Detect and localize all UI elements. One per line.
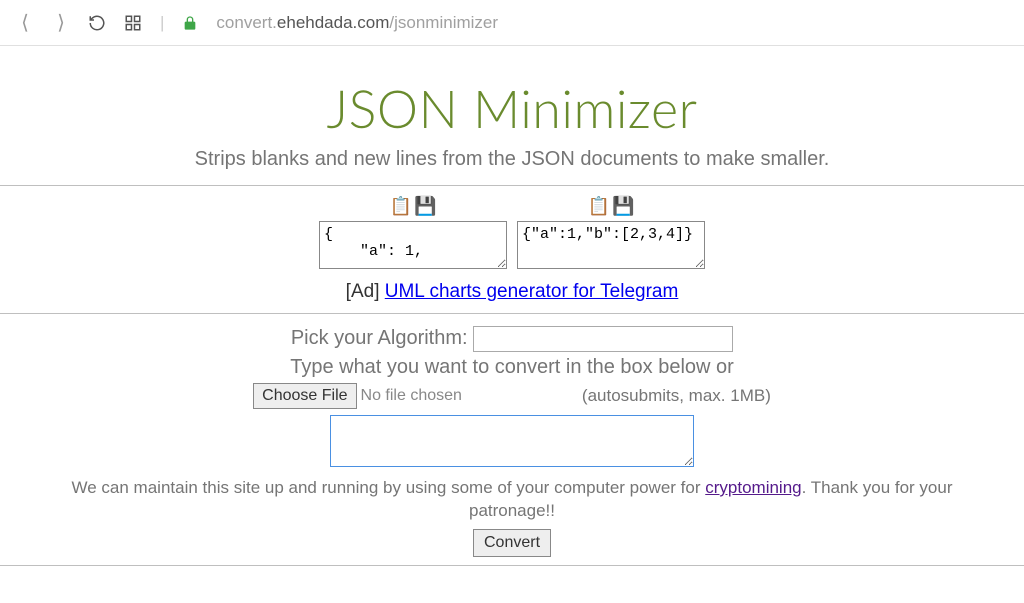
page-title: JSON Minimizer <box>0 78 1024 140</box>
reload-button[interactable] <box>88 14 106 32</box>
no-file-label: No file chosen <box>361 387 462 405</box>
type-hint: Type what you want to convert in the box… <box>0 356 1024 379</box>
choose-file-button[interactable]: Choose File <box>253 383 356 409</box>
ad-line: [Ad] UML charts generator for Telegram <box>0 269 1024 313</box>
sample-input-col: 📋 💾 <box>319 196 507 269</box>
sample-output[interactable] <box>517 221 705 269</box>
autosubmit-hint: (autosubmits, max. 1MB) <box>582 386 771 406</box>
sample-input[interactable] <box>319 221 507 269</box>
page-content: JSON Minimizer Strips blanks and new lin… <box>0 46 1024 566</box>
file-row: Choose File No file chosen (autosubmits,… <box>0 383 1024 409</box>
url-subdomain: convert. <box>216 13 276 32</box>
form-section: Pick your Algorithm: Type what you want … <box>0 314 1024 557</box>
disclaimer: We can maintain this site up and running… <box>0 477 1024 523</box>
cryptomining-link[interactable]: cryptomining <box>705 478 801 497</box>
url-display[interactable]: convert.ehehdada.com/jsonminimizer <box>216 13 498 33</box>
apps-icon[interactable] <box>124 14 142 32</box>
ad-link[interactable]: UML charts generator for Telegram <box>385 281 679 302</box>
divider-bottom <box>0 565 1024 566</box>
save-icon[interactable]: 💾 <box>612 196 634 217</box>
lock-icon <box>182 15 198 31</box>
save-icon[interactable]: 💾 <box>414 196 436 217</box>
page-subtitle: Strips blanks and new lines from the JSO… <box>0 148 1024 171</box>
url-host: ehehdada.com <box>277 13 389 32</box>
toolbar-separator: | <box>160 13 164 33</box>
back-button[interactable]: ⟨ <box>16 10 34 35</box>
forward-button[interactable]: ⟩ <box>52 10 70 35</box>
algo-label: Pick your Algorithm: <box>291 327 473 349</box>
clipboard-icon[interactable]: 📋 <box>390 196 412 217</box>
convert-button[interactable]: Convert <box>473 529 551 557</box>
convert-textarea[interactable] <box>330 415 694 467</box>
algo-input[interactable] <box>473 326 733 352</box>
ad-prefix: [Ad] <box>346 281 385 302</box>
sample-output-col: 📋 💾 <box>517 196 705 269</box>
browser-toolbar: ⟨ ⟩ | convert.ehehdada.com/jsonminimizer <box>0 0 1024 46</box>
clipboard-icon[interactable]: 📋 <box>588 196 610 217</box>
url-path: /jsonminimizer <box>389 13 498 32</box>
sample-row: 📋 💾 📋 💾 <box>0 186 1024 269</box>
